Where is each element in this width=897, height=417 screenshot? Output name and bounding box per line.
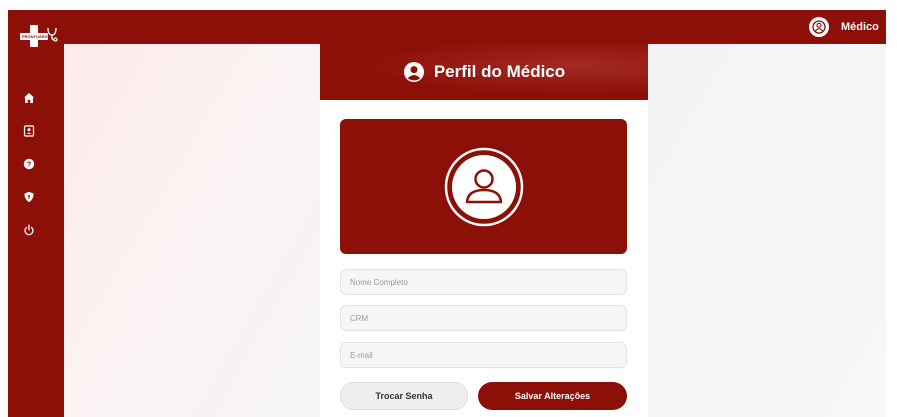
home-icon [24, 93, 34, 103]
contact-card-icon [23, 125, 35, 137]
user-name[interactable]: Médico [841, 20, 879, 34]
sidebar-item-logout[interactable] [22, 223, 36, 237]
logo-text: PRONTUÁRIO [22, 34, 49, 39]
power-icon [24, 224, 34, 236]
page-title: Perfil do Médico [433, 62, 566, 81]
user-avatar[interactable] [809, 17, 829, 37]
app-logo: PRONTUÁRIO [14, 24, 58, 48]
crm-input[interactable] [340, 305, 627, 331]
top-bar [64, 10, 886, 44]
user-circle-icon [812, 20, 826, 34]
help-icon: ? [23, 158, 35, 170]
shield-icon [24, 191, 34, 203]
avatar-placeholder-icon [444, 147, 523, 226]
sidebar-item-home[interactable] [22, 91, 36, 105]
sidebar-item-security[interactable] [22, 190, 36, 204]
window-frame-top [0, 0, 897, 10]
user-circle-icon [403, 62, 424, 82]
full-name-input[interactable] [340, 269, 627, 295]
profile-card-header: Perfil do Médico [320, 44, 648, 100]
profile-photo[interactable] [340, 119, 627, 254]
window-frame-right [886, 0, 897, 417]
email-input[interactable] [340, 342, 627, 368]
sidebar-item-contacts[interactable] [22, 124, 36, 138]
svg-text:?: ? [27, 160, 32, 169]
change-password-button[interactable]: Trocar Senha [340, 382, 468, 410]
sidebar-item-help[interactable]: ? [22, 157, 36, 171]
sidebar [8, 10, 64, 417]
save-changes-button[interactable]: Salvar Alterações [478, 382, 627, 410]
stethoscope-icon [47, 27, 58, 42]
